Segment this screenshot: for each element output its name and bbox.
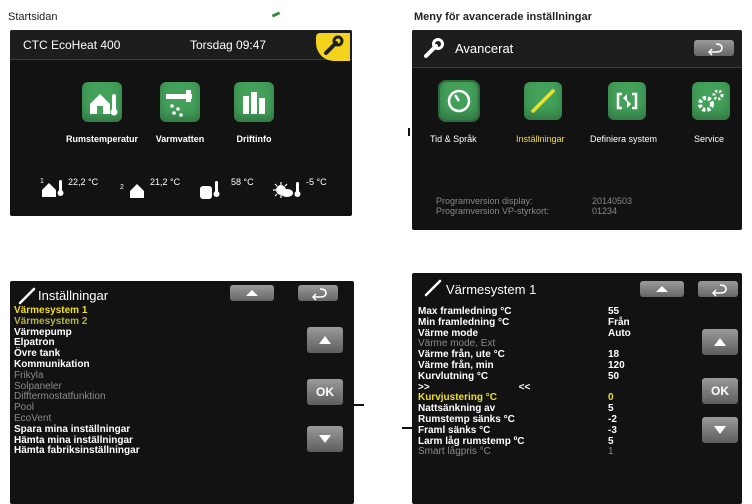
scroll-down-button[interactable]	[307, 426, 343, 452]
screwdriver-icon	[424, 279, 442, 297]
home-icon	[246, 290, 258, 296]
parameter-label: Nattsänkning av	[418, 403, 496, 415]
advanced-header: Avancerat	[412, 30, 742, 68]
settings-title: Inställningar	[38, 288, 109, 303]
parameter-value: 1	[608, 446, 614, 458]
tile-operation-info[interactable]	[234, 82, 274, 122]
stat-3-value: 58 °C	[231, 177, 254, 187]
tank-thermometer-icon	[200, 181, 220, 199]
display-version-value: 20140503	[592, 196, 633, 206]
tile-time-language[interactable]	[438, 80, 480, 122]
parameter-label: Min framledning °C	[418, 316, 510, 328]
define-system-icon	[616, 92, 638, 110]
house-thermometer-icon	[42, 180, 64, 197]
back-arrow-icon	[707, 43, 723, 56]
stat-2-value: 21,2 °C	[150, 177, 181, 187]
parameter-label: Värme mode, Ext	[418, 338, 496, 350]
tile-service[interactable]	[692, 82, 730, 120]
heating-parameter-row[interactable]: Smart lågpris °C 1	[418, 446, 614, 458]
label-service: Service	[694, 134, 725, 144]
stat-2-index: 2	[120, 184, 124, 191]
arrow-down-icon	[714, 426, 726, 434]
tile-hot-water[interactable]	[160, 82, 200, 122]
settings-screen: Inställningar Värmesystem 1 Värmesystem 2…	[10, 281, 354, 504]
clock-icon	[447, 89, 471, 113]
back-button[interactable]	[298, 285, 338, 301]
back-arrow-icon	[311, 288, 327, 301]
parameter-label: Rumstemp sänks °C	[418, 413, 515, 425]
home-button[interactable]	[230, 285, 274, 301]
heating-title: Värmesystem 1	[446, 282, 537, 297]
scroll-down-button[interactable]	[702, 417, 738, 443]
heating-system-screen: Värmesystem 1 Max framledning °C 55 Min fr…	[412, 273, 742, 504]
parameter-label: Kurvlutning °C	[418, 370, 489, 382]
settings-list-item[interactable]: Frikyla	[14, 370, 140, 382]
arrow-up-icon	[319, 336, 331, 344]
controller-version-value: 01234	[592, 206, 618, 216]
home-header: CTC EcoHeat 400 Torsdag 09:47	[10, 30, 352, 61]
arrow-down-icon	[319, 435, 331, 443]
parameter-label: >> <<	[418, 381, 531, 393]
stat-4-value: -5 °C	[306, 177, 327, 187]
label-settings: Inställningar	[516, 134, 565, 144]
settings-list-item[interactable]: Värmesystem 2	[14, 316, 140, 328]
green-mark	[271, 11, 281, 18]
tile-define-system[interactable]	[608, 82, 646, 120]
settings-list: Värmesystem 1 Värmesystem 2 Värmepump Elpat…	[14, 305, 140, 457]
display-version-label: Programversion display:	[436, 196, 533, 206]
back-arrow-icon	[711, 284, 727, 297]
screwdriver-icon	[531, 89, 555, 113]
ok-button[interactable]: OK	[702, 378, 738, 404]
controller-version-label: Programversion VP-styrkort:	[436, 206, 550, 216]
tile-room-temperature[interactable]	[82, 82, 122, 122]
caption-advanced-menu: Meny för avancerade inställningar	[414, 11, 592, 23]
parameter-value: 50	[608, 370, 620, 382]
divider-mark	[408, 128, 410, 136]
tile-settings[interactable]	[524, 82, 562, 120]
caption-startsidan: Startsidan	[8, 11, 58, 23]
label-time-language: Tid & Språk	[430, 134, 477, 144]
scroll-up-button[interactable]	[702, 329, 738, 355]
home-button[interactable]	[640, 281, 684, 297]
parameter-label: Värme från, min	[418, 359, 494, 371]
label-define-system: Definiera system	[590, 134, 658, 144]
parameter-label: Värme från, ute °C	[418, 349, 505, 361]
parameter-label: Max framledning °C	[418, 306, 512, 317]
settings-list-item[interactable]: Spara mina inställningar	[14, 424, 140, 436]
ok-button[interactable]: OK	[307, 379, 343, 405]
back-button[interactable]	[694, 40, 734, 56]
back-button[interactable]	[698, 281, 738, 297]
parameter-label: Kurvjustering °C	[418, 392, 498, 404]
advanced-settings-button[interactable]	[316, 33, 350, 61]
advanced-screen: Avancerat Tid & Språk Inställningar Defi…	[412, 30, 742, 230]
home-screen: CTC EcoHeat 400 Torsdag 09:47 Rumstemper…	[10, 30, 352, 216]
stat-1-value: 22,2 °C	[68, 177, 99, 187]
device-title: CTC EcoHeat 400	[23, 38, 121, 52]
parameter-label: Värme mode	[418, 327, 479, 339]
screwdriver-icon	[18, 287, 36, 305]
parameter-value: -3	[608, 424, 617, 436]
bars-icon	[243, 92, 265, 114]
tile-label-operation-info: Driftinfo	[236, 134, 272, 144]
home-icon	[656, 286, 668, 292]
gears-icon	[698, 89, 724, 112]
settings-list-item[interactable]: Hämta fabriksinställningar	[14, 446, 140, 457]
heating-parameter-list: Max framledning °C 55 Min framledning °C Fr…	[418, 306, 631, 458]
parameter-label: Larm låg rumstemp ºC	[418, 435, 525, 447]
outdoor-sun-cloud-icon	[273, 182, 301, 198]
advanced-title: Avancerat	[455, 41, 514, 56]
parameter-value: Auto	[608, 327, 631, 339]
parameter-label: Framl sänks °C	[418, 424, 491, 436]
parameter-label: Smart lågpris °C	[418, 446, 491, 458]
parameter-value: Från	[608, 316, 630, 328]
wrench-icon	[424, 38, 444, 58]
faucet-icon	[166, 90, 192, 117]
date-time: Torsdag 09:47	[190, 38, 267, 52]
tile-label-room-temperature: Rumstemperatur	[65, 134, 139, 144]
house-thermometer-icon	[90, 94, 118, 116]
house-icon	[130, 184, 144, 198]
scroll-up-button[interactable]	[307, 327, 343, 353]
arrow-up-icon	[714, 338, 726, 346]
wrench-icon	[324, 35, 344, 55]
